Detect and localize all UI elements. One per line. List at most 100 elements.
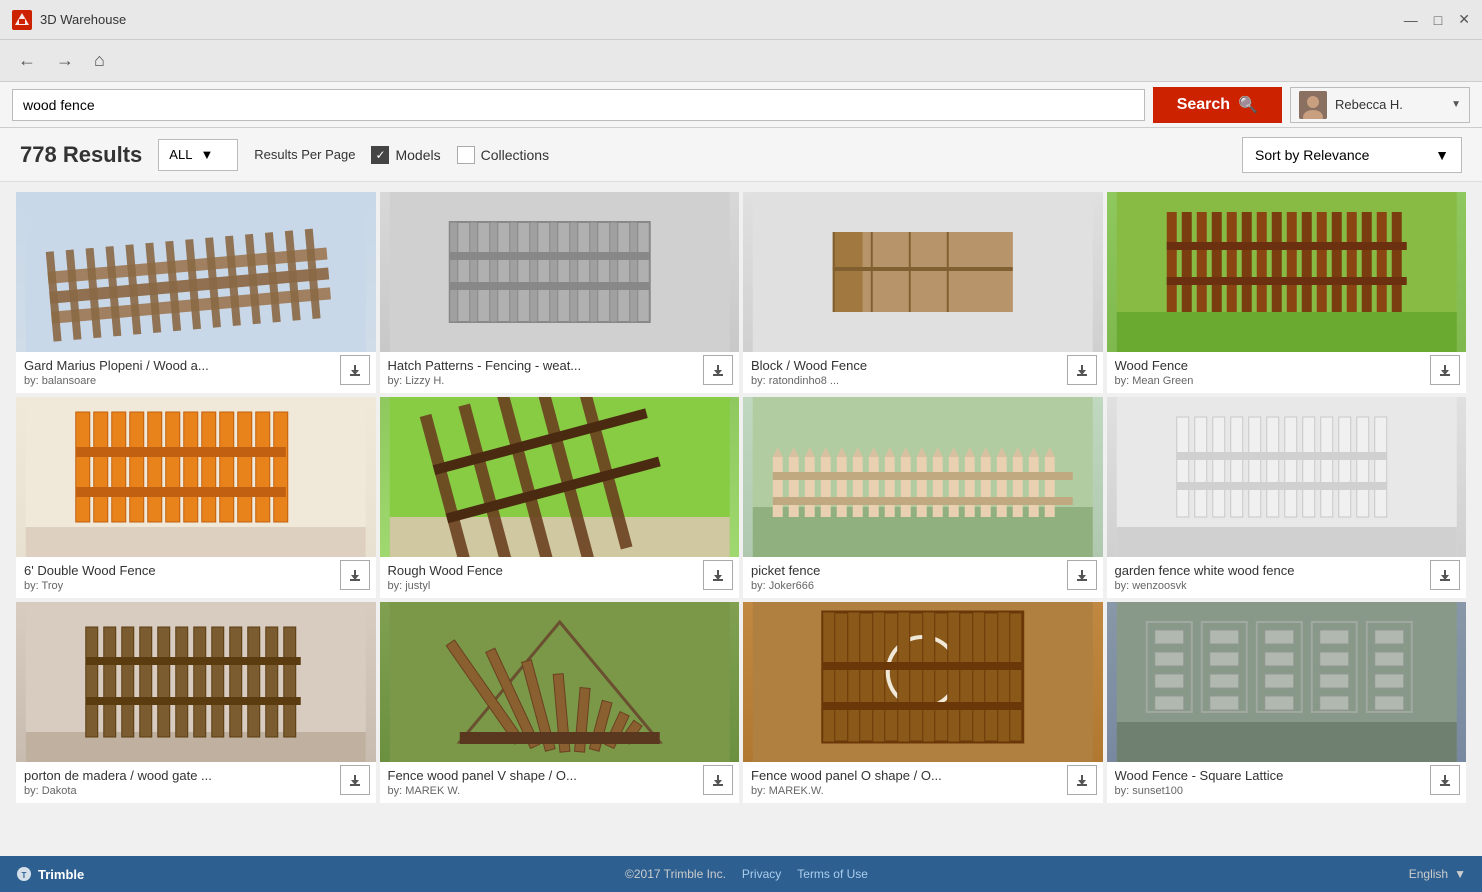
download-button[interactable] [703, 355, 733, 385]
grid-item-author: by: Dakota [24, 785, 368, 797]
grid-item-author: by: MAREK W. [388, 785, 732, 797]
results-grid: Gard Marius Plopeni / Wood a... by: bala… [16, 192, 1466, 803]
user-dropdown[interactable]: Rebecca H. ▼ [1290, 87, 1470, 123]
grid-item[interactable]: Rough Wood Fence by: justyl [380, 397, 740, 598]
footer-privacy-link[interactable]: Privacy [742, 867, 781, 881]
home-button[interactable]: ⌂ [88, 46, 111, 75]
grid-item-info: Wood Fence - Square Lattice by: sunset10… [1107, 762, 1467, 803]
grid-item[interactable]: Wood Fence - Square Lattice by: sunset10… [1107, 602, 1467, 803]
grid-item-image [1107, 397, 1467, 557]
grid-item-info: Fence wood panel O shape / O... by: MARE… [743, 762, 1103, 803]
download-button[interactable] [703, 560, 733, 590]
grid-item[interactable]: Fence wood panel V shape / O... by: MARE… [380, 602, 740, 803]
grid-item[interactable]: Gard Marius Plopeni / Wood a... by: bala… [16, 192, 376, 393]
results-per-page-label: Results Per Page [254, 147, 355, 162]
footer-language: English [1409, 867, 1448, 881]
grid-item-info: picket fence by: Joker666 [743, 557, 1103, 598]
user-dropdown-arrow: ▼ [1451, 99, 1461, 110]
download-button[interactable] [1067, 560, 1097, 590]
grid-item-title: Wood Fence - Square Lattice [1115, 768, 1459, 783]
download-icon [1437, 567, 1453, 583]
download-button[interactable] [1430, 765, 1460, 795]
download-button[interactable] [1067, 355, 1097, 385]
grid-item-info: Hatch Patterns - Fencing - weat... by: L… [380, 352, 740, 393]
grid-item-info: Block / Wood Fence by: ratondinho8 ... [743, 352, 1103, 393]
grid-item-image [1107, 192, 1467, 352]
download-icon [1074, 772, 1090, 788]
download-button[interactable] [1430, 355, 1460, 385]
svg-text:T: T [22, 871, 27, 880]
app-logo [12, 10, 32, 30]
results-count: 778 Results [20, 142, 142, 168]
user-avatar [1299, 91, 1327, 119]
grid-item-image [16, 602, 376, 762]
grid-item[interactable]: Wood Fence by: Mean Green [1107, 192, 1467, 393]
footer-copyright: ©2017 Trimble Inc. [625, 867, 726, 881]
grid-item-author: by: justyl [388, 580, 732, 592]
footer-brand: Trimble [38, 867, 84, 882]
close-button[interactable]: ✕ [1458, 11, 1470, 28]
nav-bar: ← → ⌂ [0, 40, 1482, 82]
grid-item[interactable]: porton de madera / wood gate ... by: Dak… [16, 602, 376, 803]
maximize-button[interactable]: □ [1434, 11, 1442, 28]
footer-center: ©2017 Trimble Inc. Privacy Terms of Use [625, 867, 868, 881]
sort-dropdown[interactable]: Sort by Relevance ▼ [1242, 137, 1462, 173]
search-icon: 🔍 [1238, 95, 1258, 115]
grid-item-title: Rough Wood Fence [388, 563, 732, 578]
grid-item[interactable]: garden fence white wood fence by: wenzoo… [1107, 397, 1467, 598]
grid-item-author: by: wenzoosvk [1115, 580, 1459, 592]
grid-item-title: porton de madera / wood gate ... [24, 768, 368, 783]
grid-item-image [380, 192, 740, 352]
download-button[interactable] [340, 765, 370, 795]
models-checkbox[interactable]: ✓ [371, 146, 389, 164]
download-button[interactable] [340, 560, 370, 590]
download-button[interactable] [340, 355, 370, 385]
footer-language-arrow[interactable]: ▼ [1454, 867, 1466, 881]
window-controls: — □ ✕ [1404, 11, 1470, 28]
results-bar: 778 Results ALL ▼ Results Per Page ✓ Mod… [0, 128, 1482, 182]
grid-item[interactable]: 6' Double Wood Fence by: Troy [16, 397, 376, 598]
back-button[interactable]: ← [12, 46, 42, 75]
download-button[interactable] [703, 765, 733, 795]
results-grid-container: Gard Marius Plopeni / Wood a... by: bala… [0, 182, 1482, 856]
collections-label: Collections [481, 147, 549, 163]
grid-item-info: Rough Wood Fence by: justyl [380, 557, 740, 598]
forward-button[interactable]: → [50, 46, 80, 75]
download-button[interactable] [1430, 560, 1460, 590]
grid-item-info: Fence wood panel V shape / O... by: MARE… [380, 762, 740, 803]
grid-item-image [16, 397, 376, 557]
download-icon [347, 362, 363, 378]
grid-item[interactable]: picket fence by: Joker666 [743, 397, 1103, 598]
grid-item-title: Hatch Patterns - Fencing - weat... [388, 358, 732, 373]
collections-checkbox[interactable] [457, 146, 475, 164]
grid-item-image [743, 192, 1103, 352]
footer: T Trimble ©2017 Trimble Inc. Privacy Ter… [0, 856, 1482, 892]
models-label: Models [395, 147, 440, 163]
minimize-button[interactable]: — [1404, 11, 1418, 28]
grid-item[interactable]: Fence wood panel O shape / O... by: MARE… [743, 602, 1103, 803]
grid-item-author: by: ratondinho8 ... [751, 375, 1095, 387]
grid-item-info: porton de madera / wood gate ... by: Dak… [16, 762, 376, 803]
trimble-icon: T [16, 866, 32, 882]
download-button[interactable] [1067, 765, 1097, 795]
grid-item-image [16, 192, 376, 352]
filter-all-dropdown[interactable]: ALL ▼ [158, 139, 238, 171]
grid-item-image [1107, 602, 1467, 762]
search-button-label: Search [1177, 96, 1230, 114]
grid-item[interactable]: Block / Wood Fence by: ratondinho8 ... [743, 192, 1103, 393]
download-icon [347, 772, 363, 788]
grid-item-author: by: Mean Green [1115, 375, 1459, 387]
footer-terms-link[interactable]: Terms of Use [797, 867, 868, 881]
app-title: 3D Warehouse [40, 12, 126, 27]
grid-item-info: Gard Marius Plopeni / Wood a... by: bala… [16, 352, 376, 393]
download-icon [1437, 362, 1453, 378]
search-input[interactable] [12, 89, 1145, 121]
download-icon [710, 362, 726, 378]
grid-item-author: by: Lizzy H. [388, 375, 732, 387]
grid-item[interactable]: Hatch Patterns - Fencing - weat... by: L… [380, 192, 740, 393]
grid-item-image [380, 397, 740, 557]
grid-item-info: Wood Fence by: Mean Green [1107, 352, 1467, 393]
grid-item-author: by: Troy [24, 580, 368, 592]
download-icon [710, 772, 726, 788]
search-button[interactable]: Search 🔍 [1153, 87, 1282, 123]
